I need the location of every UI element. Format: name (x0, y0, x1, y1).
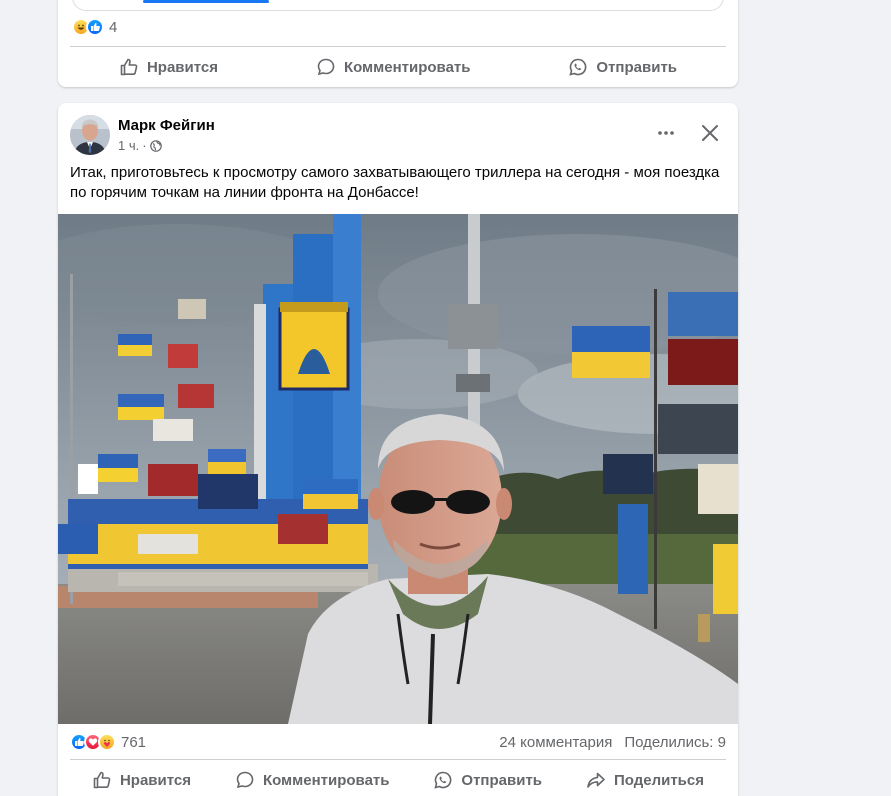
post-meta: 1 ч. · (118, 138, 162, 153)
previous-post-reactions[interactable]: 4 (72, 18, 117, 36)
post-counts: 24 комментария Поделились: 9 (499, 734, 726, 751)
like-icon (93, 771, 111, 789)
post-text: Итак, приготовьтесь к просмотру самого з… (70, 164, 720, 201)
previous-post-attachment-box (72, 0, 724, 11)
comments-count[interactable]: 24 комментария (499, 734, 612, 751)
previous-post-action-bar: Нравится Комментировать Отправить (70, 49, 726, 85)
like-reaction-icon (86, 18, 104, 36)
selfie-photo-illustration (58, 214, 738, 724)
whatsapp-send-icon (569, 58, 587, 76)
send-label: Отправить (596, 58, 678, 76)
whatsapp-send-icon (434, 771, 452, 789)
like-button[interactable]: Нравится (107, 49, 230, 85)
author-avatar[interactable] (70, 115, 110, 155)
more-icon (658, 131, 674, 135)
send-button[interactable]: Отправить (556, 49, 689, 85)
like-icon (120, 58, 138, 76)
divider (70, 759, 726, 760)
meta-separator: · (142, 138, 147, 153)
post-photo[interactable] (58, 214, 738, 724)
comment-label: Комментировать (343, 58, 471, 76)
like-button[interactable]: Нравится (80, 762, 203, 796)
previous-post-card: 4 Нравится Комментировать Отправить (58, 0, 738, 87)
post-reactions[interactable]: 761 (70, 733, 146, 751)
comment-icon (236, 771, 254, 789)
comment-button[interactable]: Комментировать (304, 49, 483, 85)
post-card: Марк Фейгин 1 ч. · Итак, приготовьтесь к… (58, 103, 738, 796)
share-label: Поделиться (613, 771, 704, 789)
post-action-bar: Нравится Комментировать Отправить Подели… (70, 762, 726, 796)
author-name[interactable]: Марк Фейгин (118, 117, 215, 134)
divider (70, 46, 726, 47)
shares-count[interactable]: Поделились: 9 (624, 734, 726, 751)
send-label: Отправить (461, 771, 543, 789)
care-reaction-icon (98, 733, 116, 751)
send-button[interactable]: Отправить (421, 762, 554, 796)
globe-icon (149, 139, 162, 152)
previous-post-reaction-count: 4 (109, 18, 118, 36)
like-label: Нравится (119, 771, 191, 789)
like-label: Нравится (146, 58, 218, 76)
share-icon (587, 772, 605, 788)
more-options-button[interactable] (654, 121, 678, 145)
comment-label: Комментировать (262, 771, 390, 789)
post-header-actions (654, 121, 722, 145)
hide-post-button[interactable] (698, 121, 722, 145)
post-reaction-count: 761 (121, 733, 147, 751)
post-stats: 761 24 комментария Поделились: 9 (70, 730, 726, 754)
active-tab-indicator (143, 0, 269, 3)
close-icon (702, 125, 718, 141)
share-button[interactable]: Поделиться (574, 762, 716, 796)
comment-button[interactable]: Комментировать (223, 762, 402, 796)
comment-icon (317, 58, 335, 76)
post-time[interactable]: 1 ч. (118, 138, 139, 153)
